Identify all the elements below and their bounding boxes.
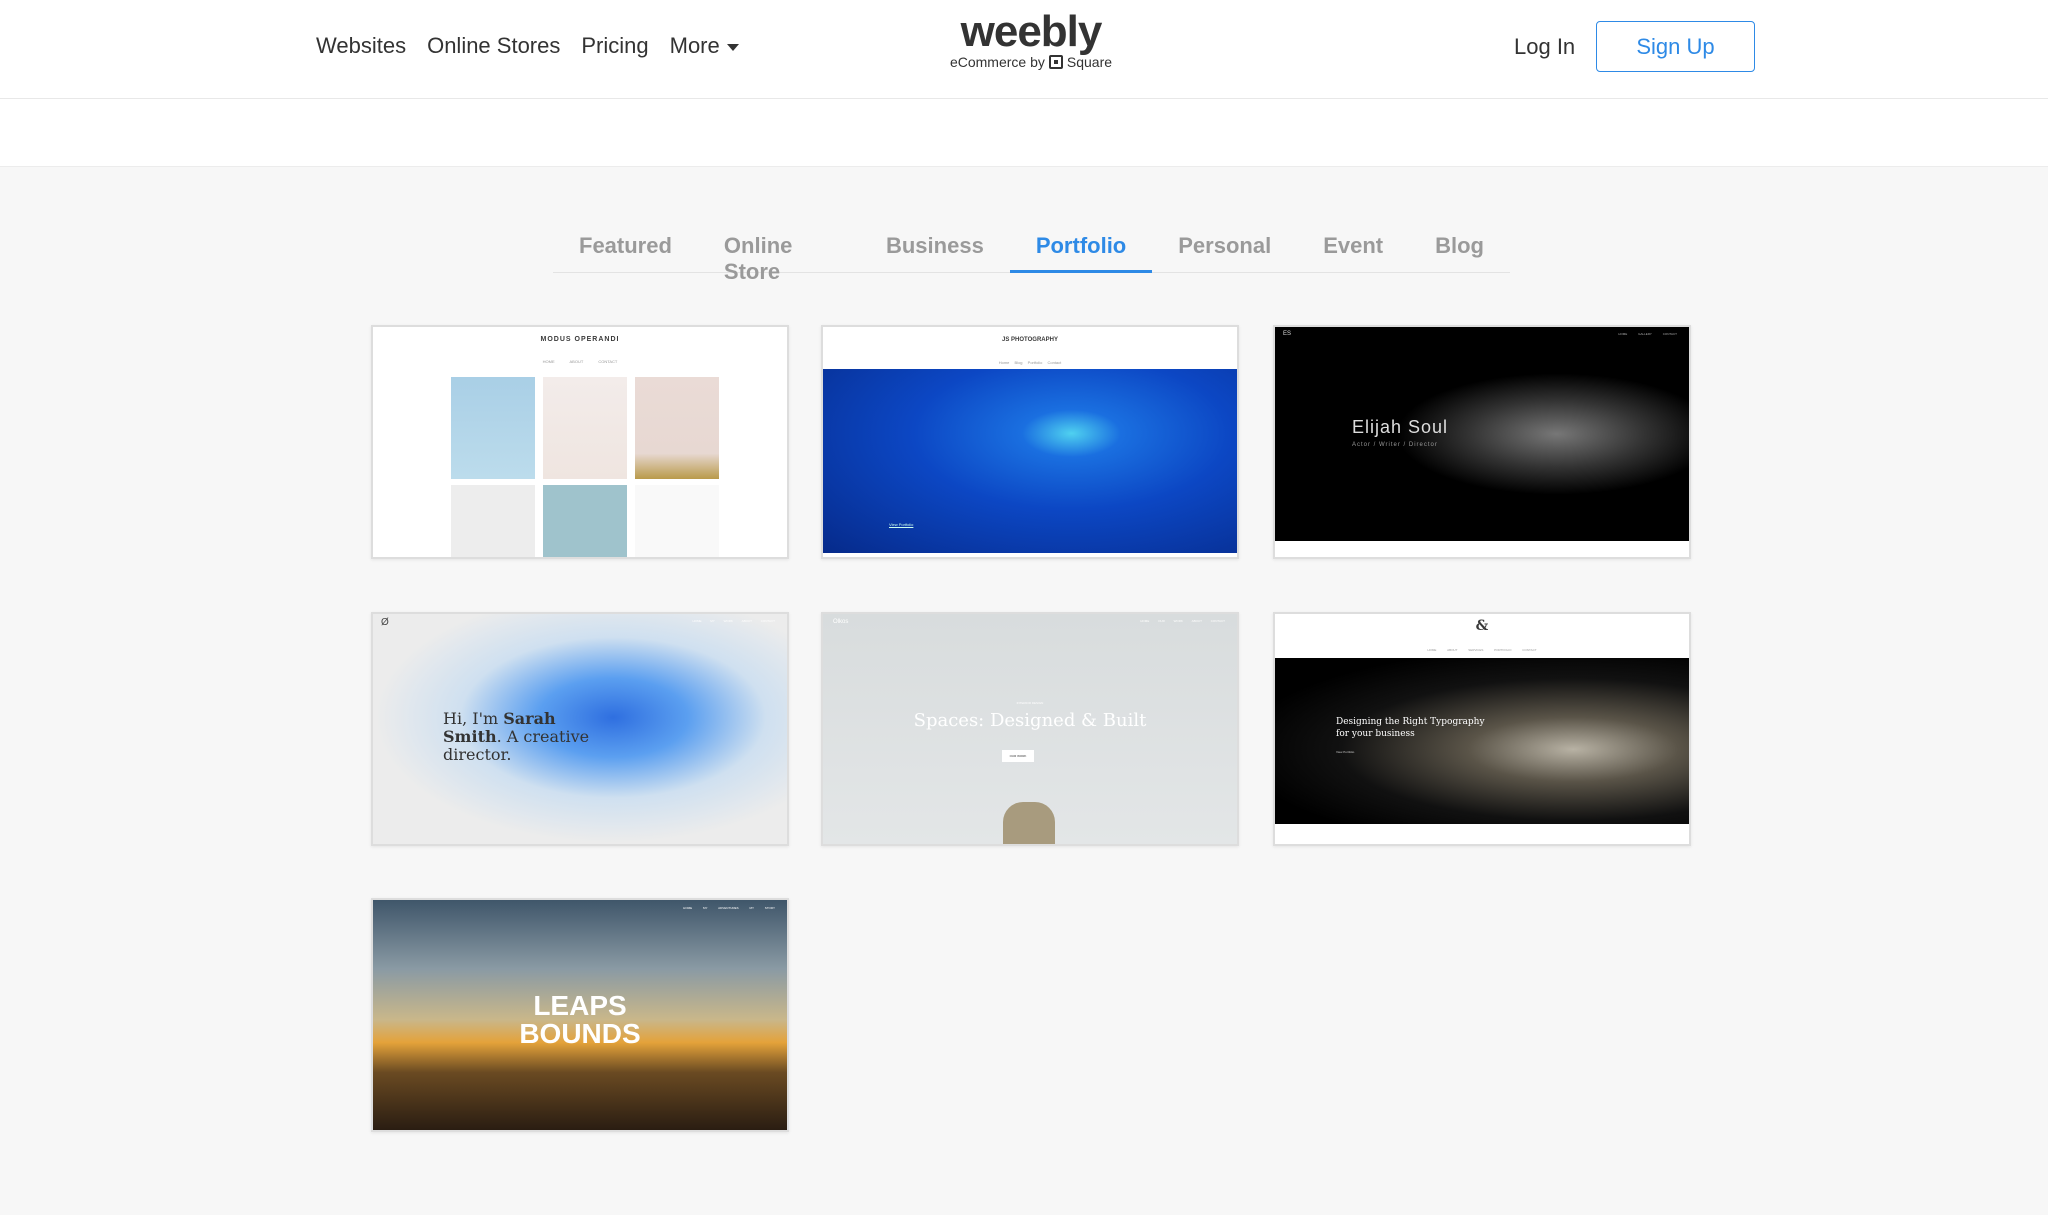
tab-blog[interactable]: Blog: [1409, 228, 1510, 273]
tab-business[interactable]: Business: [860, 228, 1010, 273]
site-header: Websites Online Stores Pricing More weeb…: [0, 0, 2048, 99]
tab-online-store[interactable]: Online Store: [698, 228, 860, 284]
template-title: MODUS OPERANDI: [540, 336, 620, 343]
template-nav: HOME MY ADVENTURES MY STORY: [683, 906, 775, 910]
jellyfish-photo: [823, 369, 1237, 553]
chair-photo: [1003, 802, 1055, 844]
template-title: JS PHOTOGRAPHY: [1002, 337, 1058, 343]
template-card-leaps-bounds[interactable]: HOME MY ADVENTURES MY STORY LEAPS BOUNDS: [371, 898, 789, 1132]
tab-portfolio[interactable]: Portfolio: [1009, 228, 1153, 273]
template-subtitle: Actor / Writer / Director: [1352, 442, 1438, 448]
template-card-olkos[interactable]: Olkos HOME OUR WORK ABOUT CONTACT INTERI…: [821, 612, 1239, 846]
template-nav: Home Blog Portfolio Contact: [998, 360, 1062, 365]
template-title-line2: BOUNDS: [519, 1018, 641, 1049]
portrait-photo: [1275, 327, 1689, 541]
template-button: OUR WORK: [1002, 750, 1034, 762]
template-logo: Olkos: [833, 619, 849, 625]
category-tabs: Featured Online Store Business Portfolio…: [553, 228, 1510, 284]
photo-hands: [543, 377, 627, 479]
template-card-sarah-smith[interactable]: Ø HOME MY WORK ABOUT CONTACT Hi, I'm Sar…: [371, 612, 789, 846]
template-card-elijah-soul[interactable]: ES Elijah Soul Actor / Writer / Director…: [1273, 325, 1691, 559]
template-logo: ES: [1283, 331, 1292, 337]
main-nav: Websites Online Stores Pricing More: [316, 33, 739, 59]
template-card-typography[interactable]: & HOME ABOUT SERVICES PORTFOLIO CONTACT …: [1273, 612, 1691, 846]
photo-plant: [451, 485, 535, 557]
template-logo: &: [1475, 618, 1489, 634]
template-card-js-photography[interactable]: JS PHOTOGRAPHY Home Blog Portfolio Conta…: [821, 325, 1239, 559]
logo-brand: Square: [1066, 54, 1113, 70]
tab-featured[interactable]: Featured: [553, 228, 698, 273]
tab-personal[interactable]: Personal: [1152, 228, 1297, 273]
nav-pricing[interactable]: Pricing: [581, 33, 648, 59]
template-nav: HOME ABOUT CONTACT: [542, 359, 618, 364]
square-logo-icon: [1048, 55, 1063, 69]
nav-websites[interactable]: Websites: [316, 33, 406, 59]
template-title-line1: LEAPS: [533, 990, 627, 1021]
template-card-modus-operandi[interactable]: MODUS OPERANDI HOME ABOUT CONTACT: [371, 325, 789, 559]
signup-button[interactable]: Sign Up: [1596, 21, 1755, 72]
tab-event[interactable]: Event: [1297, 228, 1409, 273]
type-drawer-photo: [1275, 658, 1689, 824]
nav-more[interactable]: More: [670, 33, 739, 59]
photo-pineapples: [635, 377, 719, 479]
photo-daisies: [635, 485, 719, 557]
template-title: Spaces: Designed & Built: [913, 710, 1147, 731]
photo-gerbera: [543, 485, 627, 557]
nav-online-stores[interactable]: Online Stores: [427, 33, 560, 59]
template-title: Elijah Soul: [1352, 417, 1449, 437]
template-logo: Ø: [381, 617, 389, 628]
photo-flower: [451, 377, 535, 479]
logo-wordmark: weebly: [960, 7, 1103, 56]
template-link: View Portfolio: [889, 522, 914, 527]
logo-sub-text: eCommerce by: [949, 54, 1045, 70]
template-nav: HOME GALLERY CONTACT: [1618, 332, 1677, 336]
template-nav: HOME ABOUT SERVICES PORTFOLIO CONTACT: [1427, 648, 1537, 652]
weebly-logo[interactable]: weebly eCommerce by Square: [946, 7, 1116, 71]
template-title: Designing the Right Typography for your …: [1336, 717, 1485, 739]
template-headline: Hi, I'm Sarah Smith. A creative director…: [443, 709, 590, 764]
nav-more-label: More: [669, 33, 720, 58]
template-nav: HOME OUR WORK ABOUT CONTACT: [1140, 619, 1225, 623]
login-link[interactable]: Log In: [1514, 34, 1575, 60]
template-link: View Portfolio: [1336, 750, 1355, 754]
caret-down-icon: [726, 43, 739, 51]
template-nav: HOME MY WORK ABOUT CONTACT: [692, 619, 775, 623]
template-kicker: INTERIOR DESIGN: [1016, 701, 1044, 705]
header-band: [0, 99, 2048, 167]
logo-subtitle: eCommerce by Square: [946, 54, 1116, 70]
